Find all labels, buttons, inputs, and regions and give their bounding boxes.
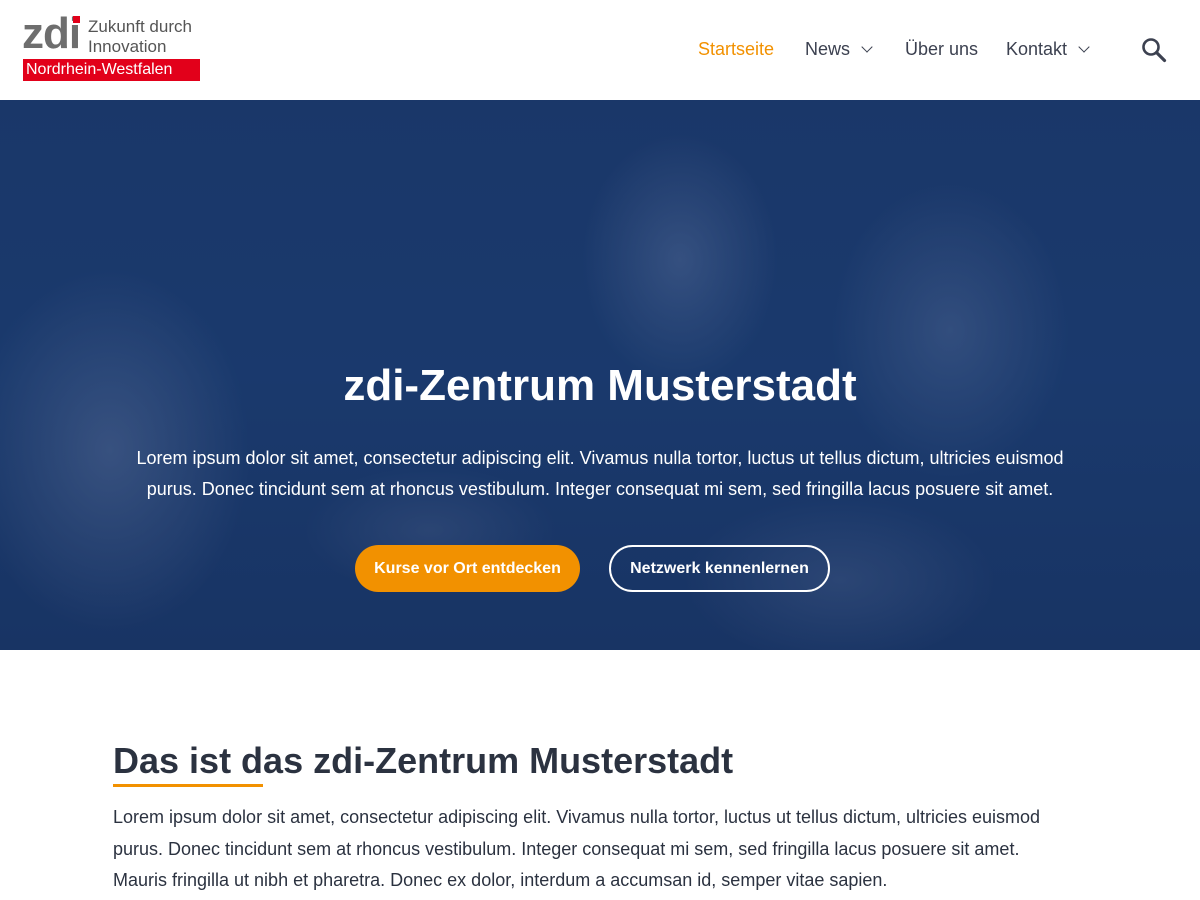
site-header: zdi Zukunft durch Innovation Nordrhein-W…: [0, 0, 1200, 100]
search-button[interactable]: [1141, 37, 1167, 63]
nav-item-label: News: [805, 39, 851, 59]
hero-text: Lorem ipsum dolor sit amet, consectetur …: [136, 448, 1064, 499]
nav-item-startseite[interactable]: Startseite: [698, 38, 774, 60]
netzwerk-kennenlernen-button[interactable]: Netzwerk kennenlernen: [609, 545, 830, 592]
search-icon: [1142, 38, 1167, 63]
logo-tagline-line1: Zukunft durch: [88, 17, 192, 36]
nav-item-label: Über uns: [905, 39, 979, 59]
logo-mark: zdi: [22, 9, 81, 58]
about-title: Das ist das zdi-Zentrum Musterstadt: [113, 740, 734, 781]
logo-tagline-line2: Innovation: [88, 37, 167, 56]
hero-title: zdi-Zentrum Musterstadt: [343, 361, 857, 410]
logo-accent-dot: [73, 16, 80, 23]
hero-banner: zdi-Zentrum Musterstadt Lorem ipsum dolo…: [0, 100, 1200, 650]
chevron-down-icon: [1078, 40, 1090, 53]
nav-item-label: Startseite: [698, 39, 775, 59]
logo-region-bar: Nordrhein-Westfalen: [23, 59, 200, 81]
nav-item-label: Kontakt: [1006, 39, 1068, 59]
kurse-entdecken-button[interactable]: Kurse vor Ort entdecken: [355, 545, 580, 592]
nav-item-ueber-uns[interactable]: Über uns: [905, 38, 978, 60]
site-logo[interactable]: zdi Zukunft durch Innovation Nordrhein-W…: [22, 12, 202, 82]
title-underline: [113, 784, 263, 787]
about-text: Lorem ipsum dolor sit amet, consectetur …: [113, 807, 1041, 890]
chevron-down-icon: [861, 40, 873, 53]
nav-item-kontakt[interactable]: Kontakt: [1006, 38, 1090, 60]
nav-item-news[interactable]: News: [805, 38, 873, 60]
